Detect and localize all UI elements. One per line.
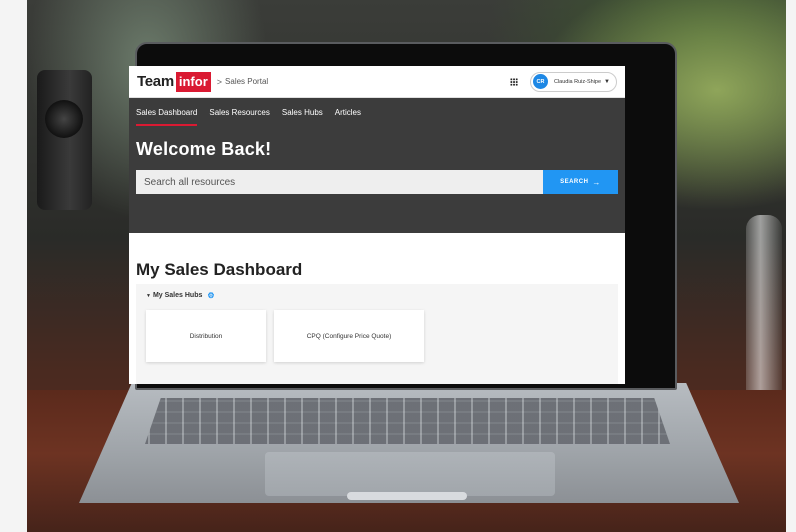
nav-sales-dashboard[interactable]: Sales Dashboard <box>136 98 198 126</box>
hub-cards: Distribution CPQ (Configure Price Quote) <box>146 310 608 362</box>
sales-hubs-panel: ▼ My Sales Hubs ⚙ Distribution CPQ (Conf… <box>136 284 618 384</box>
logo-team-text: Team <box>137 73 174 90</box>
search-button-label: SEARCH <box>560 179 589 185</box>
nav-sales-resources[interactable]: Sales Resources <box>209 98 269 126</box>
hero-banner: Sales Dashboard Sales Resources Sales Hu… <box>129 98 625 233</box>
welcome-heading: Welcome Back! <box>136 139 272 159</box>
search-bar: SEARCH → <box>136 170 618 194</box>
team-infor-logo[interactable]: Team infor <box>137 71 211 92</box>
main-nav: Sales Dashboard Sales Resources Sales Hu… <box>136 98 618 126</box>
hub-card-distribution[interactable]: Distribution <box>146 310 266 362</box>
sales-hubs-heading: My Sales Hubs <box>152 292 203 299</box>
breadcrumb: > Sales Portal <box>217 77 268 87</box>
arrow-right-icon: → <box>592 177 601 187</box>
user-menu[interactable]: CR Claudia Ruiz-Shipe ▼ <box>529 71 617 92</box>
laptop-trackpad <box>265 452 555 496</box>
chevron-down-icon: ▼ <box>604 78 610 85</box>
dashboard-section: My Sales Dashboard ▼ My Sales Hubs ⚙ Dis… <box>129 260 625 384</box>
avatar: CR <box>532 74 548 89</box>
breadcrumb-sales-portal[interactable]: Sales Portal <box>225 77 268 86</box>
user-name: Claudia Ruiz-Shipe <box>553 78 602 85</box>
grid-icon[interactable] <box>509 77 518 86</box>
laptop-keyboard <box>145 398 670 444</box>
page-title: My Sales Dashboard <box>136 260 303 279</box>
chevron-right-icon: > <box>216 76 223 87</box>
laptop-screen: Team infor > Sales Portal CR Claudia Rui… <box>129 66 625 384</box>
hub-card-cpq[interactable]: CPQ (Configure Price Quote) <box>274 310 424 362</box>
search-button[interactable]: SEARCH → <box>543 170 618 194</box>
gear-icon[interactable]: ⚙ <box>207 291 214 300</box>
nav-sales-hubs[interactable]: Sales Hubs <box>282 98 323 126</box>
laptop-front-notch <box>347 492 467 500</box>
search-input[interactable] <box>136 170 543 194</box>
caret-down-icon: ▼ <box>146 292 151 299</box>
nav-articles[interactable]: Articles <box>335 98 361 126</box>
spacer <box>129 233 625 260</box>
top-bar: Team infor > Sales Portal CR Claudia Rui… <box>129 66 625 98</box>
speaker-decor <box>37 70 92 210</box>
logo-infor-text: infor <box>175 71 211 92</box>
sales-hubs-toggle[interactable]: ▼ My Sales Hubs ⚙ <box>146 291 608 300</box>
